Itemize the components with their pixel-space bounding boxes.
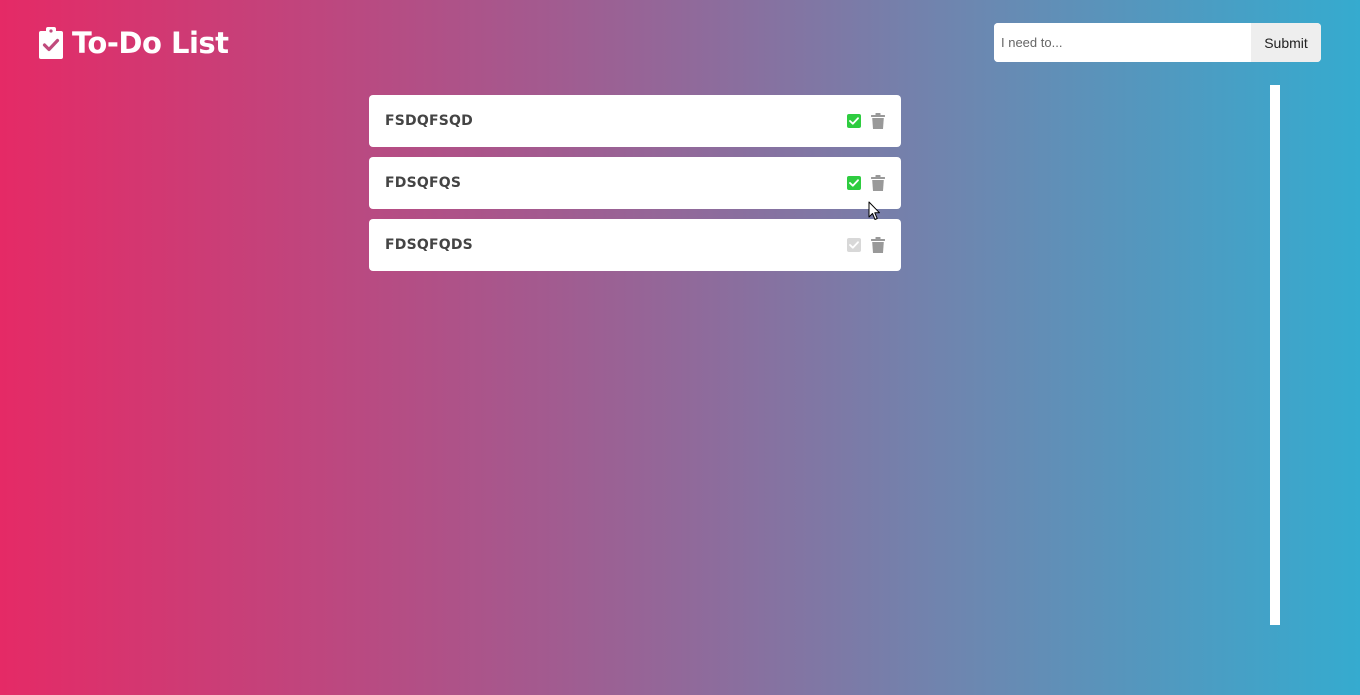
todo-text: FSDQFSQD bbox=[385, 113, 473, 129]
todo-list: FSDQFSQD FDSQFQS FDSQFQDS bbox=[369, 95, 901, 281]
complete-checkbox-icon[interactable] bbox=[847, 238, 861, 252]
todo-text: FDSQFQS bbox=[385, 175, 462, 191]
app-title: To-Do List bbox=[72, 26, 229, 60]
trash-icon[interactable] bbox=[871, 113, 885, 129]
add-todo-form: Submit bbox=[994, 23, 1321, 62]
trash-icon[interactable] bbox=[871, 237, 885, 253]
todo-text: FDSQFQDS bbox=[385, 237, 473, 253]
complete-checkbox-icon[interactable] bbox=[847, 114, 861, 128]
trash-icon[interactable] bbox=[871, 175, 885, 191]
complete-checkbox-icon[interactable] bbox=[847, 176, 861, 190]
todo-input[interactable] bbox=[994, 23, 1251, 62]
todo-item: FSDQFSQD bbox=[369, 95, 901, 147]
scrollbar-track[interactable] bbox=[1270, 85, 1280, 625]
mouse-cursor-icon bbox=[868, 201, 880, 220]
app-header: To-Do List bbox=[38, 25, 229, 61]
submit-button[interactable]: Submit bbox=[1251, 23, 1321, 62]
clipboard-check-icon bbox=[38, 26, 64, 60]
todo-item: FDSQFQDS bbox=[369, 219, 901, 271]
todo-item: FDSQFQS bbox=[369, 157, 901, 209]
